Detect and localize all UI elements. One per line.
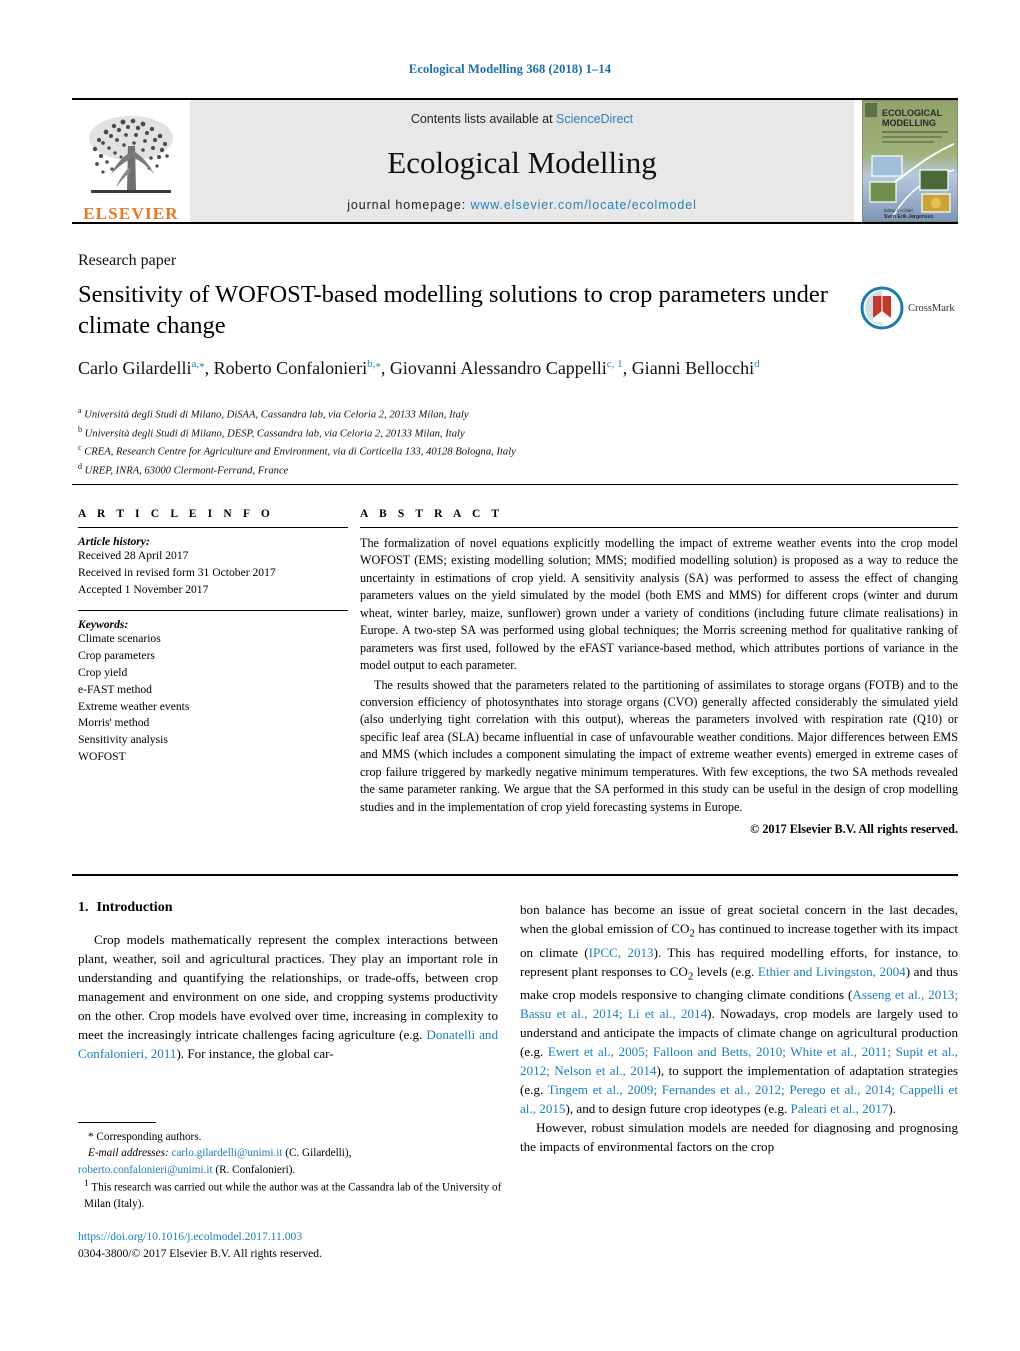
keyword-item: Climate scenarios (78, 632, 161, 646)
affiliation-item: d UREP, INRA, 63000 Clermont-Ferrand, Fr… (78, 461, 778, 480)
abstract-column: A B S T R A C T The formalization of nov… (360, 508, 958, 837)
journal-cover-thumbnail: ECOLOGICAL MODELLING Editor-in-Chief Sve… (861, 99, 959, 223)
svg-text:MODELLING: MODELLING (882, 118, 936, 128)
article-info-column: A R T I C L E I N F O Article history: R… (78, 508, 348, 766)
crossmark-badge[interactable]: CrossMark (860, 282, 960, 334)
affiliation-item: c CREA, Research Centre for Agriculture … (78, 442, 778, 461)
info-block-bottom-rule (72, 874, 958, 876)
keyword-item: WOFOST (78, 749, 126, 763)
page-title: Sensitivity of WOFOST-based modelling so… (78, 281, 828, 339)
doi-block: https://doi.org/10.1016/j.ecolmodel.2017… (78, 1228, 508, 1263)
abstract-body: The formalization of novel equations exp… (360, 535, 958, 837)
keywords-rule (78, 610, 348, 612)
keyword-item: Crop yield (78, 665, 128, 679)
footnote-rule (78, 1122, 156, 1123)
affiliation-text: CREA, Research Centre for Agriculture an… (84, 446, 516, 458)
email-link-confalonieri[interactable]: roberto.confalonieri@unimi.it (78, 1164, 213, 1176)
abstract-heading: A B S T R A C T (360, 508, 504, 520)
footnote-1: 1 This research was carried out while th… (84, 1178, 508, 1212)
affiliation-item: b Università degli Studi di Milano, DESP… (78, 424, 778, 443)
affiliation-marker: d (78, 462, 82, 472)
abstract-paragraph: The formalization of novel equations exp… (360, 536, 958, 673)
journal-masthead: ELSEVIER Contents lists available at Sci… (72, 98, 959, 224)
email-owner-gilardelli: (C. Gilardelli), (285, 1147, 352, 1160)
elsevier-wordmark: ELSEVIER (83, 204, 179, 223)
running-head: Ecological Modelling 368 (2018) 1–14 (408, 62, 612, 76)
section-title: Introduction (96, 900, 173, 915)
abstract-paragraph: The results showed that the parameters r… (360, 677, 958, 814)
affiliation-text: Università degli Studi di Milano, DiSAA,… (84, 409, 469, 421)
article-info-heading: A R T I C L E I N F O (78, 508, 274, 520)
footnote-block: * Corresponding authors. E-mail addresse… (78, 1129, 508, 1212)
footnote-marker: 1 (84, 1179, 89, 1190)
affiliation-text: Università degli Studi di Milano, DESP, … (84, 428, 465, 440)
email-link-gilardelli[interactable]: carlo.gilardelli@unimi.it (171, 1147, 282, 1159)
article-history-label: Article history: (78, 535, 150, 548)
author-list: Carlo Gilardellia,⁎, Roberto Confalonier… (78, 358, 760, 378)
svg-text:Editor-in-Chief: Editor-in-Chief (884, 208, 914, 213)
doi-link[interactable]: https://doi.org/10.1016/j.ecolmodel.2017… (78, 1228, 508, 1245)
journal-title: Ecological Modelling (387, 144, 657, 180)
keywords-label: Keywords: (78, 618, 129, 632)
journal-homepage-line: journal homepage: www.elsevier.com/locat… (347, 198, 697, 212)
email-addresses-label: E-mail addresses: (88, 1147, 169, 1160)
crossmark-icon (860, 286, 904, 330)
intro-paragraph-right-2: However, robust simulation models are ne… (520, 1120, 958, 1155)
affiliation-item: a Università degli Studi di Milano, DiSA… (78, 405, 778, 424)
document-type-label: Research paper (78, 252, 177, 269)
copyright-line: © 2017 Elsevier B.V. All rights reserved… (750, 822, 958, 836)
section-heading-introduction: 1. Introduction (78, 900, 498, 916)
affiliation-marker: b (78, 424, 82, 434)
abstract-rule (360, 527, 958, 528)
affiliation-marker: a (78, 406, 82, 415)
issn-copyright-line: 0304-3800/© 2017 Elsevier B.V. All right… (78, 1247, 322, 1261)
svg-text:ECOLOGICAL: ECOLOGICAL (882, 108, 943, 118)
email-owner-confalonieri: (R. Confalonieri). (215, 1163, 296, 1176)
svg-text:Sven Erik Jørgensen: Sven Erik Jørgensen (884, 214, 933, 220)
contents-prefix: Contents lists available at (410, 112, 557, 126)
journal-homepage-link[interactable]: www.elsevier.com/locate/ecolmodel (470, 198, 696, 212)
corresponding-authors-note: * Corresponding authors. (88, 1131, 202, 1143)
affiliation-text: UREP, INRA, 63000 Clermont-Ferrand, Fran… (84, 465, 289, 477)
keyword-item: Sensitivity analysis (78, 733, 168, 747)
masthead-bottom-rule (72, 222, 958, 224)
intro-paragraph-right-1: bon balance has become an issue of great… (520, 902, 959, 1117)
article-info-rule (78, 527, 348, 528)
body-column-right: bon balance has become an issue of great… (520, 900, 958, 1157)
elsevier-tree-icon (89, 116, 173, 193)
footnote-1-text: This research was carried out while the … (84, 1181, 502, 1211)
cover-image: ECOLOGICAL MODELLING Editor-in-Chief Sve… (861, 99, 959, 223)
crossmark-label: CrossMark (908, 302, 955, 314)
affiliation-list: a Università degli Studi di Milano, DiSA… (78, 405, 778, 480)
intro-paragraph-left: Crop models mathematically represent the… (78, 932, 498, 1062)
journal-band: Contents lists available at ScienceDirec… (190, 100, 854, 222)
sciencedirect-link[interactable]: ScienceDirect (556, 112, 633, 126)
email-addresses-note-2: roberto.confalonieri@unimi.it (R. Confal… (78, 1162, 508, 1178)
article-page: Ecological Modelling 368 (2018) 1–14 ELS… (0, 0, 1020, 1351)
keyword-item: Crop parameters (78, 649, 155, 663)
body-column-left: 1. Introduction Crop models mathematicall… (78, 900, 498, 1063)
history-revised: Received in revised form 31 October 2017 (78, 565, 276, 579)
homepage-prefix: journal homepage: (347, 198, 471, 212)
keyword-item: Extreme weather events (78, 699, 190, 713)
keyword-item: Morris' method (78, 716, 150, 730)
history-received: Received 28 April 2017 (78, 549, 189, 562)
info-block-top-rule (72, 484, 958, 485)
keyword-item: e-FAST method (78, 682, 152, 696)
affiliation-marker: c (78, 443, 82, 453)
elsevier-logo: ELSEVIER (72, 100, 190, 222)
email-addresses-note: E-mail addresses: carlo.gilardelli@unimi… (78, 1145, 508, 1161)
contents-available-line: Contents lists available at ScienceDirec… (411, 112, 633, 126)
history-accepted: Accepted 1 November 2017 (78, 582, 209, 596)
section-number: 1. (78, 900, 89, 915)
